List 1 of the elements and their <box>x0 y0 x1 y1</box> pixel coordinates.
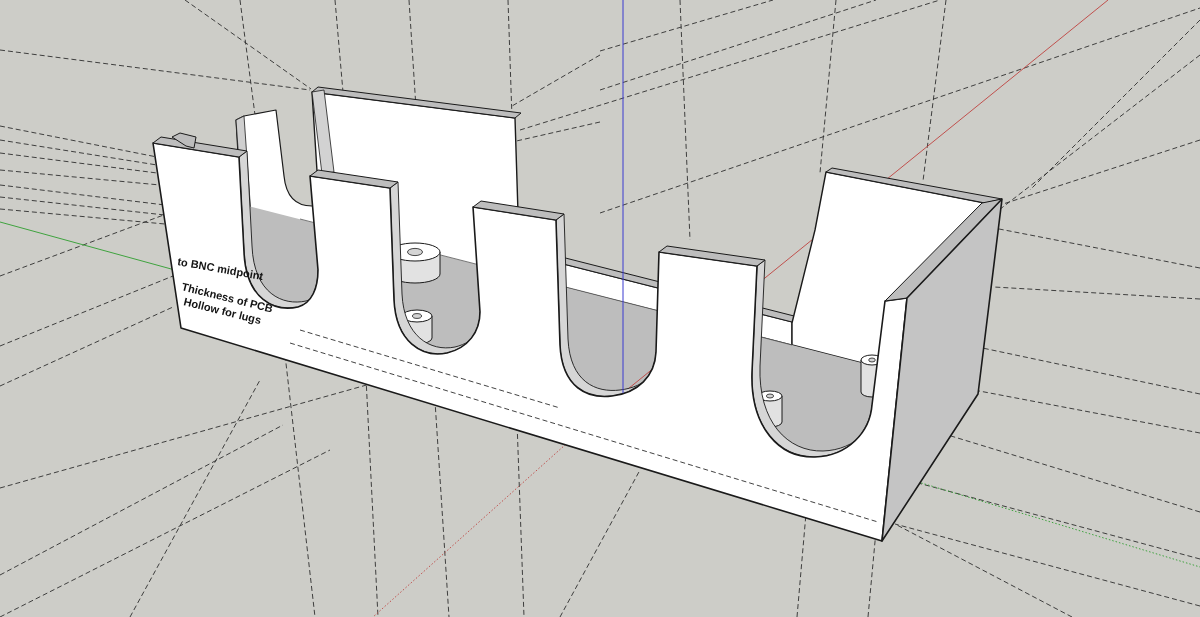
model-text-label: to BNC midpoint <box>176 255 265 283</box>
